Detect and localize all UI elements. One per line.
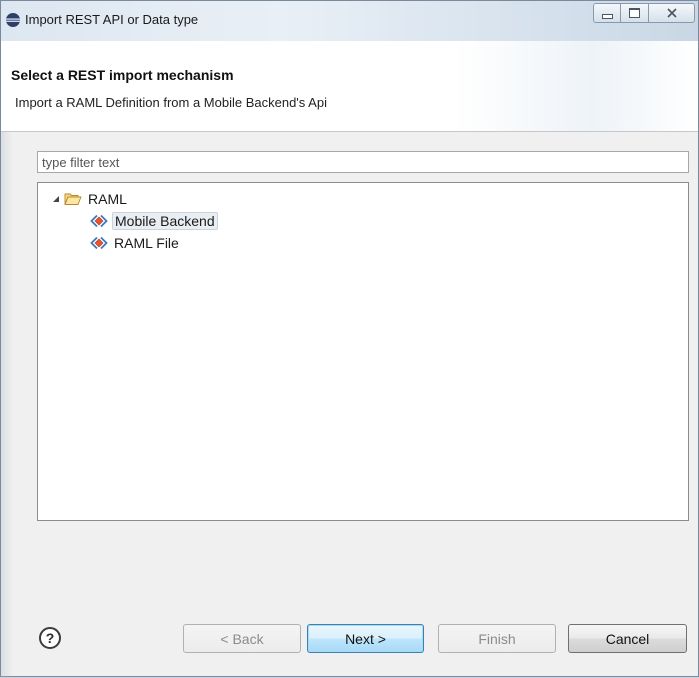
title-bar[interactable]: Import REST API or Data type [1,1,698,42]
wizard-header: Select a REST import mechanism Import a … [1,41,698,132]
next-button-label: Next > [345,630,386,647]
maximize-button[interactable] [621,3,649,23]
app-icon [5,12,21,28]
maximize-icon [629,8,640,18]
caption-buttons [593,3,695,25]
tree-item-mobile-backend[interactable]: Mobile Backend [90,211,218,231]
tree-item-label: RAML [88,191,127,207]
back-button-label: < Back [220,630,264,647]
filter-input[interactable] [37,151,689,173]
import-dialog-window: Import REST API or Data type Select a RE… [0,0,699,678]
close-button[interactable] [649,3,695,23]
help-button[interactable]: ? [39,627,61,649]
minimize-icon [601,14,613,19]
page-title: Select a REST import mechanism [11,67,234,83]
raml-resource-icon [90,235,108,251]
tree-item-label: RAML File [114,235,179,251]
window-title: Import REST API or Data type [25,12,199,27]
import-mechanism-tree[interactable]: RAML Mobile Backend RAML File [37,182,689,521]
cancel-button[interactable]: Cancel [568,624,687,653]
finish-button[interactable]: Finish [438,624,556,653]
minimize-button[interactable] [593,3,621,23]
tree-item-raml[interactable]: RAML [50,189,129,209]
next-button[interactable]: Next > [307,624,424,653]
help-icon: ? [45,630,55,646]
raml-resource-icon [90,213,108,229]
close-icon [666,8,677,18]
tree-item-raml-file[interactable]: RAML File [90,233,181,253]
tree-item-label: Mobile Backend [112,212,218,230]
window-edge-shadow [1,41,13,678]
page-description: Import a RAML Definition from a Mobile B… [15,95,327,110]
folder-open-icon [64,191,82,207]
expand-triangle-icon[interactable] [50,193,62,205]
finish-button-label: Finish [478,630,516,647]
cancel-button-label: Cancel [605,630,650,647]
back-button[interactable]: < Back [183,624,301,653]
